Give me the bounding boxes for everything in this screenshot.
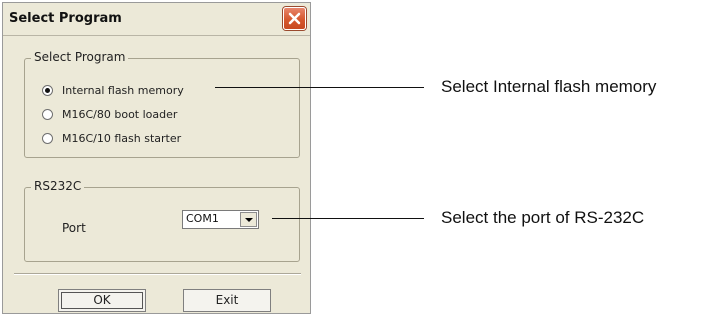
callout-text-flash: Select Internal flash memory bbox=[441, 77, 657, 96]
rs232c-legend: RS232C bbox=[31, 179, 85, 193]
radio-button-checked[interactable] bbox=[42, 85, 53, 96]
port-select[interactable]: COM1 bbox=[182, 210, 259, 229]
radio-label: Internal flash memory bbox=[62, 84, 184, 97]
callout-line-flash bbox=[215, 87, 424, 88]
title-bar[interactable]: Select Program bbox=[3, 3, 310, 36]
close-icon bbox=[288, 12, 301, 25]
dialog-title: Select Program bbox=[9, 11, 122, 26]
radio-label: M16C/10 flash starter bbox=[62, 132, 182, 145]
port-select-value: COM1 bbox=[186, 212, 219, 225]
radio-button[interactable] bbox=[42, 109, 53, 120]
radio-label: M16C/80 boot loader bbox=[62, 108, 178, 121]
divider bbox=[14, 273, 301, 275]
callout-text-port: Select the port of RS-232C bbox=[441, 208, 645, 227]
select-program-legend: Select Program bbox=[31, 50, 129, 64]
chevron-down-icon[interactable] bbox=[240, 212, 257, 227]
select-program-dialog: Select Program Select Program Internal f… bbox=[2, 2, 311, 314]
exit-button[interactable]: Exit bbox=[183, 289, 271, 312]
close-button[interactable] bbox=[283, 7, 306, 30]
ok-button[interactable]: OK bbox=[58, 289, 146, 312]
callout-line-port bbox=[272, 218, 424, 219]
port-label: Port bbox=[62, 221, 86, 235]
radio-button[interactable] bbox=[42, 133, 53, 144]
